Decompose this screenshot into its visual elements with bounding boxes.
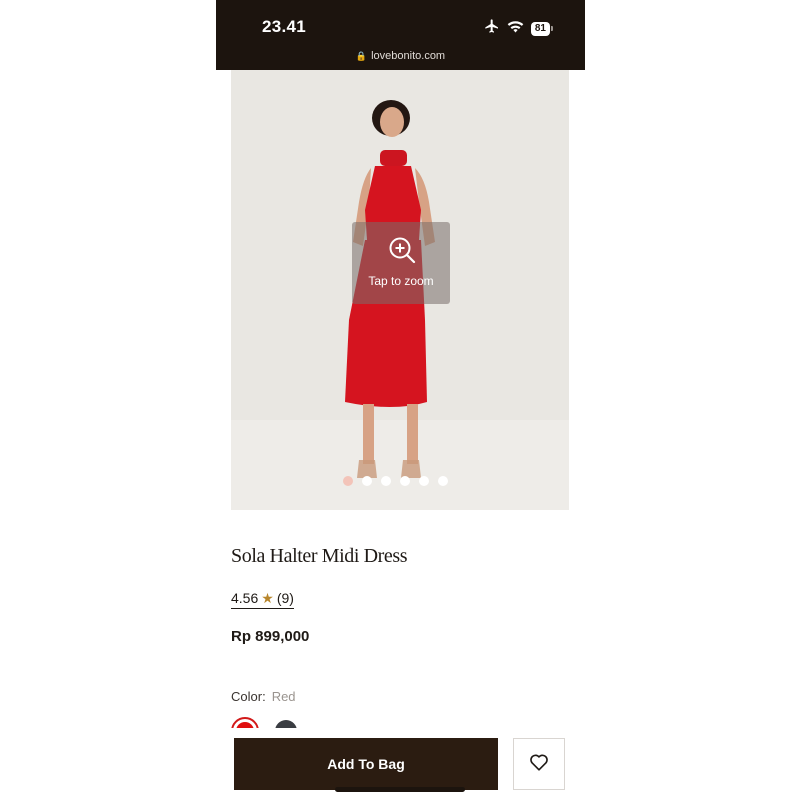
zoom-label: Tap to zoom bbox=[368, 274, 434, 288]
heart-icon bbox=[529, 753, 549, 776]
image-pagination bbox=[343, 476, 448, 486]
battery-icon: 81 bbox=[530, 21, 553, 36]
battery-level: 81 bbox=[530, 21, 550, 36]
pagination-dot-2[interactable] bbox=[362, 476, 372, 486]
battery-tip bbox=[551, 26, 553, 31]
url-text: lovebonito.com bbox=[371, 50, 446, 62]
wifi-icon bbox=[507, 20, 524, 38]
color-value: Red bbox=[271, 689, 296, 704]
add-to-bag-button[interactable]: Add To Bag bbox=[234, 738, 498, 790]
rating-value: 4.56 bbox=[231, 590, 259, 606]
home-indicator bbox=[335, 787, 465, 792]
status-icons: 81 bbox=[484, 18, 553, 39]
status-bar: 23.41 81 🔒 lovebonito.com bbox=[216, 0, 585, 70]
pagination-dot-6[interactable] bbox=[438, 476, 448, 486]
color-row: Color: Red bbox=[231, 689, 296, 704]
product-price: Rp 899,000 bbox=[231, 628, 310, 645]
product-title: Sola Halter Midi Dress bbox=[231, 545, 408, 567]
zoom-overlay[interactable]: Tap to zoom bbox=[352, 222, 450, 304]
pagination-dot-5[interactable] bbox=[419, 476, 429, 486]
pagination-dot-1[interactable] bbox=[343, 476, 353, 486]
wishlist-button[interactable] bbox=[513, 738, 565, 790]
lock-icon: 🔒 bbox=[355, 51, 368, 61]
product-image[interactable]: Tap to zoom bbox=[231, 70, 569, 510]
clock: 23.41 bbox=[262, 17, 307, 36]
rating-link[interactable]: 4.56 ★ (9) bbox=[231, 590, 294, 609]
zoom-in-icon bbox=[388, 236, 416, 269]
url-bar[interactable]: 🔒 lovebonito.com bbox=[216, 50, 585, 62]
color-label: Color: bbox=[231, 689, 266, 704]
pagination-dot-4[interactable] bbox=[400, 476, 410, 486]
phone-screen: 23.41 81 🔒 lovebonito.com Tap to zoom So… bbox=[216, 0, 585, 800]
pagination-dot-3[interactable] bbox=[381, 476, 391, 486]
airplane-icon bbox=[484, 18, 500, 39]
star-icon: ★ bbox=[261, 590, 274, 606]
review-count: (9) bbox=[276, 590, 294, 606]
